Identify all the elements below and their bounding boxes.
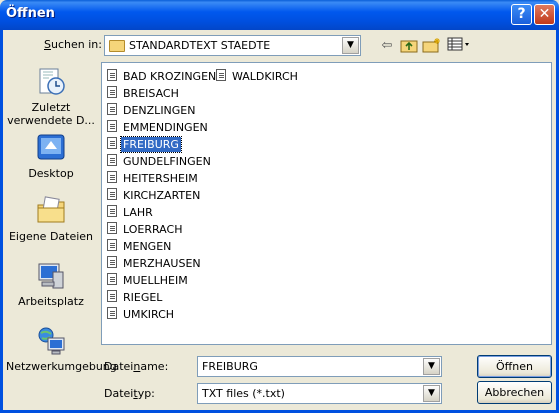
text-file-icon [107,307,117,319]
file-name: GUNDELFINGEN [123,154,211,168]
file-name: MERZHAUSEN [123,256,201,270]
file-name: KIRCHZARTEN [123,188,201,202]
file-item[interactable]: LOERRACH [107,221,184,236]
text-file-icon [107,69,117,81]
place-label-desktop: Desktop [28,167,74,180]
text-file-icon [107,188,117,200]
place-my-documents[interactable]: Eigene Dateien [6,195,96,243]
filetype-label-pre: Datei [104,387,134,400]
file-item[interactable]: KIRCHZARTEN [107,187,202,202]
chevron-down-icon[interactable]: ▼ [423,358,440,375]
up-folder-icon[interactable] [398,37,420,55]
window-frame-left [0,30,3,413]
filename-field[interactable]: ▼ [197,356,442,377]
view-menu-icon[interactable] [446,37,472,55]
file-name: MUELLHEIM [123,273,188,287]
places-bar: Zuletzt verwendete D... Desktop Eigene D… [6,62,117,392]
filename-label: Dateiname: [104,360,168,373]
file-item[interactable]: GUNDELFINGEN [107,153,213,168]
look-in-value: STANDARDTEXT STAEDTE [129,39,271,52]
file-item[interactable]: BAD KROZINGEN [107,68,218,83]
filetype-label: Dateityp: [104,387,155,400]
filename-label-pre: Datei [104,360,134,373]
place-network[interactable]: Netzwerkumgebung [6,325,117,373]
look-in-value-wrap: STANDARDTEXT STAEDTE [109,39,270,52]
chevron-down-icon[interactable]: ▼ [423,385,440,402]
filename-input[interactable] [198,357,441,376]
text-file-icon [107,205,117,217]
cancel-button[interactable]: Abbrechen [477,381,552,404]
place-my-computer[interactable]: Arbeitsplatz [6,260,96,308]
text-file-icon [216,69,226,81]
place-recent[interactable]: Zuletzt verwendete D... [6,66,96,127]
file-item[interactable]: HEITERSHEIM [107,170,200,185]
look-in-accel: S [44,38,51,51]
chevron-down-icon[interactable]: ▼ [342,37,359,54]
text-file-icon [107,239,117,251]
place-label-my-computer: Arbeitsplatz [18,295,84,308]
title-bar: Öffnen ? ✕ [0,0,559,30]
text-file-icon [107,222,117,234]
close-button[interactable]: ✕ [534,4,555,25]
file-name: BAD KROZINGEN [123,69,217,83]
file-name: RIEGEL [123,290,163,304]
file-name: BREISACH [123,86,179,100]
place-label-my-documents: Eigene Dateien [8,230,94,243]
text-file-icon [107,256,117,268]
file-name: EMMENDINGEN [123,120,208,134]
filetype-value: TXT files (*.txt) [202,387,285,400]
desktop-icon [37,134,65,160]
file-item[interactable]: MENGEN [107,238,173,253]
help-button[interactable]: ? [511,4,532,25]
file-item-selected[interactable]: FREIBURG [107,135,182,153]
file-name: DENZLINGEN [123,103,196,117]
file-item[interactable]: DENZLINGEN [107,102,198,117]
file-name: LOERRACH [123,222,183,236]
filetype-label-post: yp: [137,387,155,400]
folder-icon [109,40,125,52]
my-documents-icon [37,196,65,223]
file-name: FREIBURG [120,135,182,153]
window-title: Öffnen [6,6,55,21]
text-file-icon [107,120,117,132]
look-in-label: Suchen in: [44,38,102,51]
file-item[interactable]: WALDKIRCH [216,68,300,83]
file-name: WALDKIRCH [232,69,298,83]
text-file-icon [107,171,117,183]
text-file-icon [107,103,117,115]
text-file-icon [107,273,117,285]
file-name: LAHR [123,205,153,219]
text-file-icon [107,86,117,98]
file-item[interactable]: UMKIRCH [107,306,176,321]
back-arrow-icon[interactable]: ⇦ [376,37,398,55]
place-label-recent: Zuletzt verwendete D... [7,101,95,127]
place-label-network: Netzwerkumgebung [6,360,117,373]
file-item[interactable]: LAHR [107,204,155,219]
file-item[interactable]: BREISACH [107,85,181,100]
file-item[interactable]: EMMENDINGEN [107,119,210,134]
text-file-icon [107,154,117,166]
file-name: UMKIRCH [123,307,175,321]
file-list[interactable]: BAD KROZINGEN BREISACH DENZLINGEN EMMEND… [101,62,552,345]
text-file-icon [107,137,117,149]
network-places-icon [38,327,65,355]
open-button[interactable]: Öffnen [477,355,552,378]
look-in-dropdown[interactable]: STANDARDTEXT STAEDTE ▼ [104,35,361,56]
file-item[interactable]: RIEGEL [107,289,164,304]
text-file-icon [107,290,117,302]
file-name: HEITERSHEIM [123,171,198,185]
file-name: MENGEN [123,239,172,253]
place-desktop[interactable]: Desktop [6,132,96,180]
filetype-dropdown[interactable]: TXT files (*.txt) ▼ [197,383,442,404]
new-folder-icon[interactable] [421,37,443,55]
recent-documents-icon [39,68,65,95]
look-in-label-rest: uchen in: [50,38,102,51]
file-item[interactable]: MUELLHEIM [107,272,190,287]
my-computer-icon [38,263,64,289]
filename-label-post: ame: [140,360,169,373]
file-item[interactable]: MERZHAUSEN [107,255,203,270]
